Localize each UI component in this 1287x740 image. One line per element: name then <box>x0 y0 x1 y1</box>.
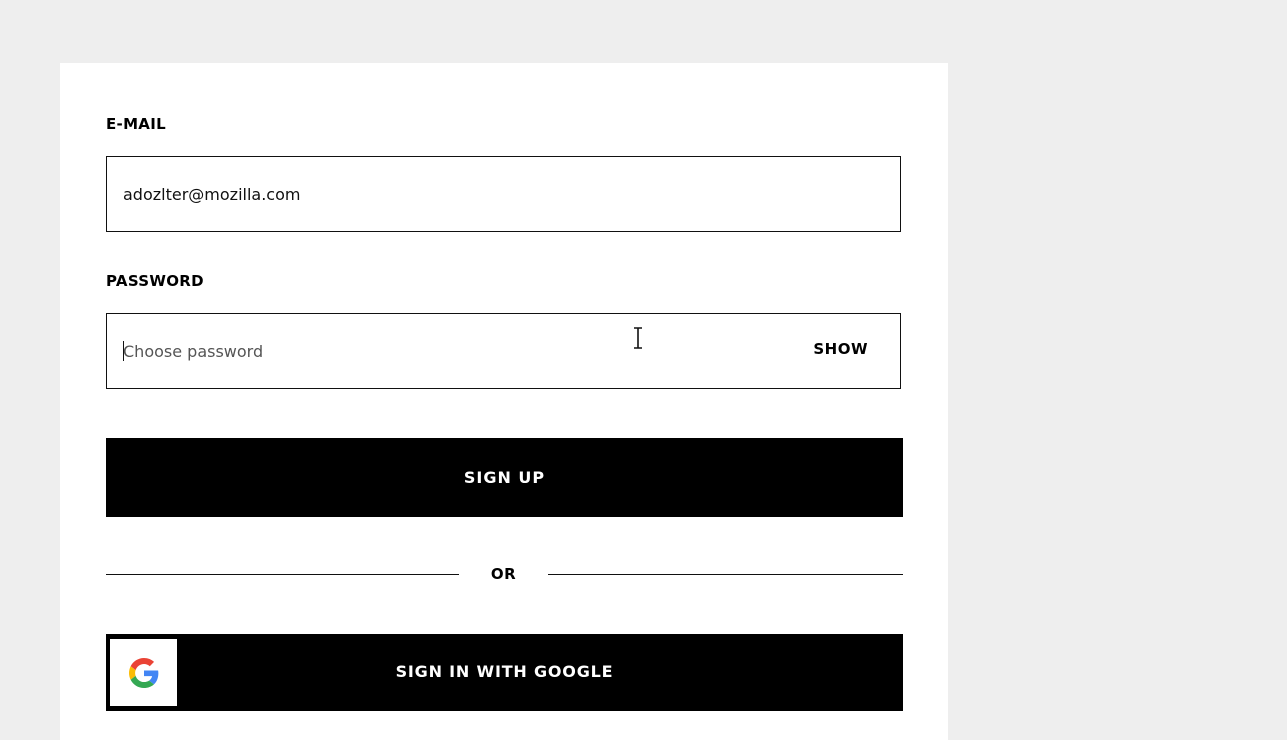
show-password-button[interactable]: SHOW <box>813 340 868 358</box>
email-field-container[interactable] <box>106 156 901 232</box>
email-field[interactable] <box>123 157 883 231</box>
password-field-container[interactable]: SHOW <box>106 313 901 389</box>
divider-right <box>548 574 903 575</box>
password-field[interactable] <box>123 314 763 388</box>
text-cursor-icon <box>634 327 642 349</box>
text-caret <box>123 341 124 361</box>
or-separator: OR <box>490 565 517 583</box>
sign-up-button[interactable]: SIGN UP <box>106 438 903 517</box>
email-label: E-MAIL <box>106 115 166 133</box>
sign-in-with-google-button[interactable]: SIGN IN WITH GOOGLE <box>106 634 903 711</box>
signup-card: E-MAIL PASSWORD SHOW SIGN UP OR SIGN IN … <box>60 63 948 740</box>
google-button-label: SIGN IN WITH GOOGLE <box>395 662 614 681</box>
divider-left <box>106 574 459 575</box>
password-label: PASSWORD <box>106 272 204 290</box>
